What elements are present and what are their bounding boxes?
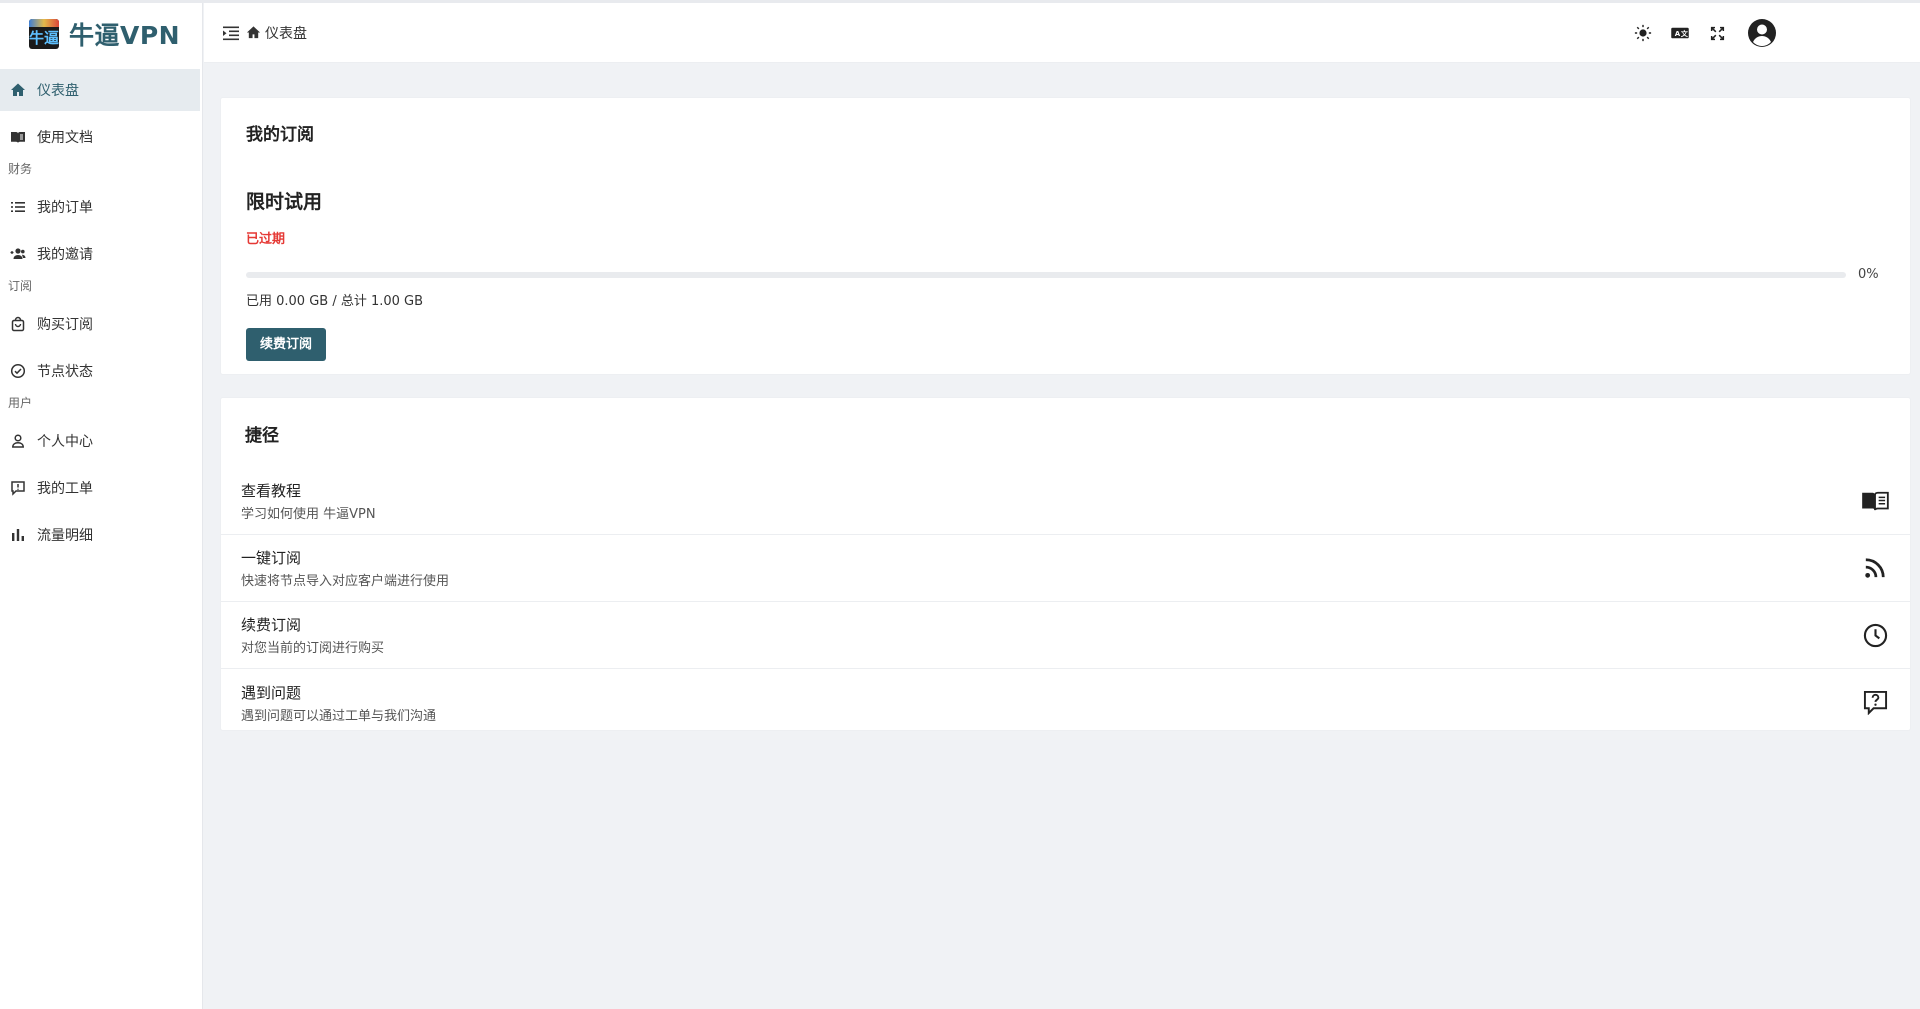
sidebar-item-label: 仪表盘	[37, 83, 79, 99]
progress-percent: 0%	[1858, 267, 1879, 282]
brand[interactable]: 牛逼 牛逼VPN	[0, 3, 202, 65]
sidebar: 牛逼 牛逼VPN 仪表盘 使用文档 财务 我的订单 我的邀请 订阅 购买订阅 节…	[0, 3, 203, 1009]
shortcut-tutorial[interactable]: 查看教程 学习如何使用 牛逼VPN	[221, 468, 1910, 535]
sidebar-nav: 仪表盘 使用文档 财务 我的订单 我的邀请 订阅 购买订阅 节点状态 用户 个人…	[0, 69, 202, 556]
plan-name: 限时试用	[246, 191, 323, 213]
breadcrumb-home-icon[interactable]	[246, 25, 261, 40]
shortcut-text: 一键订阅 快速将节点导入对应客户端进行使用	[241, 547, 449, 589]
status-badge: 已过期	[246, 232, 286, 247]
shortcut-title: 续费订阅	[241, 616, 302, 634]
sidebar-item-dashboard[interactable]: 仪表盘	[0, 69, 200, 111]
logo-stripe	[29, 19, 59, 27]
ticket-icon	[10, 480, 26, 496]
brand-logo: 牛逼	[29, 19, 59, 49]
shortcut-desc: 遇到问题可以通过工单与我们沟通	[241, 708, 437, 724]
home-icon	[10, 82, 26, 98]
sidebar-item-label: 我的工单	[37, 481, 93, 497]
sidebar-section-finance: 财务	[8, 162, 33, 176]
sidebar-item-label: 使用文档	[37, 130, 93, 146]
sidebar-item-profile[interactable]: 个人中心	[0, 420, 202, 462]
list-icon	[10, 199, 26, 215]
sidebar-item-docs[interactable]: 使用文档	[0, 116, 202, 158]
traffic-progress: 0%	[246, 267, 1886, 282]
brand-name: 牛逼VPN	[69, 21, 181, 50]
sidebar-item-label: 购买订阅	[37, 317, 93, 333]
svg-text:A: A	[1675, 30, 1681, 38]
breadcrumb-current: 仪表盘	[265, 25, 307, 42]
rss-icon	[1860, 553, 1890, 583]
shortcut-one-click-subscribe[interactable]: 一键订阅 快速将节点导入对应客户端进行使用	[221, 535, 1910, 602]
sidebar-item-label: 我的邀请	[37, 247, 93, 263]
account-icon[interactable]	[1747, 18, 1777, 48]
svg-text:文: 文	[1681, 29, 1689, 38]
help-message-icon	[1860, 688, 1890, 718]
usage-text: 已用 0.00 GB / 总计 1.00 GB	[246, 294, 424, 309]
bar-chart-icon	[10, 527, 26, 543]
shortcut-renew[interactable]: 续费订阅 对您当前的订阅进行购买	[221, 602, 1910, 669]
shortcut-title: 查看教程	[241, 482, 302, 500]
subscription-card-title: 我的订阅	[246, 125, 314, 145]
clock-icon	[1860, 620, 1890, 650]
check-circle-icon	[10, 363, 26, 379]
shortcut-title: 遇到问题	[241, 683, 302, 702]
shortcut-desc: 快速将节点导入对应客户端进行使用	[241, 574, 450, 589]
fullscreen-icon[interactable]	[1706, 22, 1728, 44]
sidebar-item-node-status[interactable]: 节点状态	[0, 350, 202, 392]
top-header: 仪表盘 A文	[204, 3, 1920, 63]
subscription-card: 我的订阅 限时试用 已过期 0% 已用 0.00 GB / 总计 1.00 GB…	[220, 97, 1911, 375]
renew-button[interactable]: 续费订阅	[246, 328, 327, 361]
menu-toggle-icon[interactable]	[222, 24, 240, 42]
sidebar-item-label: 节点状态	[37, 364, 93, 380]
shortcut-text: 续费订阅 对您当前的订阅进行购买	[241, 614, 384, 656]
shortcut-title: 一键订阅	[241, 549, 302, 567]
sidebar-item-orders[interactable]: 我的订单	[0, 186, 202, 228]
main-content: 我的订阅 限时试用 已过期 0% 已用 0.00 GB / 总计 1.00 GB…	[220, 97, 1911, 731]
sidebar-section-subscription: 订阅	[8, 279, 33, 293]
breadcrumb: 仪表盘	[246, 23, 307, 43]
shortcut-text: 查看教程 学习如何使用 牛逼VPN	[241, 480, 376, 522]
shortcuts-card-title: 捷径	[245, 426, 279, 446]
progress-track	[246, 271, 1846, 278]
sidebar-item-traffic[interactable]: 流量明细	[0, 514, 202, 556]
sidebar-item-invite[interactable]: 我的邀请	[0, 233, 202, 275]
sidebar-item-label: 流量明细	[37, 528, 93, 544]
user-icon	[10, 433, 26, 449]
shortcut-help[interactable]: 遇到问题 遇到问题可以通过工单与我们沟通	[221, 669, 1910, 736]
book-open-icon	[1860, 486, 1890, 516]
sidebar-item-label: 个人中心	[37, 434, 93, 450]
shopping-bag-icon	[10, 316, 26, 332]
book-icon	[10, 129, 26, 145]
language-icon[interactable]: A文	[1669, 22, 1691, 44]
theme-toggle-icon[interactable]	[1632, 22, 1654, 44]
sidebar-item-tickets[interactable]: 我的工单	[0, 467, 202, 509]
brand-logo-glyph: 牛逼	[29, 28, 59, 47]
sidebar-item-buy[interactable]: 购买订阅	[0, 303, 202, 345]
header-actions: A文	[1632, 3, 1920, 63]
user-plus-icon	[10, 246, 26, 262]
shortcut-desc: 对您当前的订阅进行购买	[241, 641, 385, 656]
sidebar-item-label: 我的订单	[37, 200, 93, 216]
shortcut-text: 遇到问题 遇到问题可以通过工单与我们沟通	[241, 682, 436, 724]
sidebar-section-user: 用户	[8, 396, 33, 410]
shortcut-desc: 学习如何使用 牛逼VPN	[241, 507, 376, 522]
shortcuts-card: 捷径 查看教程 学习如何使用 牛逼VPN 一键订阅 快速将节点导入对应客户端进行…	[220, 397, 1911, 731]
